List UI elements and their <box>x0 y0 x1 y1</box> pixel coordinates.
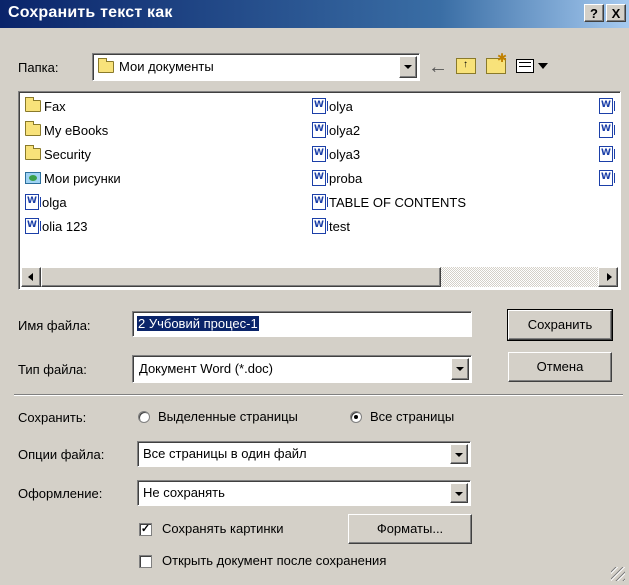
word-doc-icon: W <box>25 218 41 234</box>
word-doc-icon: W <box>312 194 328 210</box>
view-menu-icon[interactable] <box>516 59 534 73</box>
new-folder-icon[interactable]: ✱ <box>486 51 507 74</box>
list-item[interactable]: W TABLE OF CONTENTS <box>312 192 466 212</box>
save-pictures-checkbox[interactable]: ✓ <box>139 523 152 536</box>
open-after-label[interactable]: Открыть документ после сохранения <box>162 553 386 568</box>
word-doc-icon: W <box>312 146 328 162</box>
folder-icon <box>25 97 41 112</box>
list-item[interactable]: W olya <box>312 96 353 116</box>
word-doc-icon: W <box>312 218 328 234</box>
radio-selected-pages[interactable] <box>138 411 150 423</box>
scroll-thumb[interactable] <box>41 267 441 287</box>
file-options-value: Все страницы в один файл <box>143 446 307 461</box>
help-button[interactable]: ? <box>584 4 604 22</box>
filename-input[interactable]: 2 Учбовий процес-1 <box>132 311 472 337</box>
close-button[interactable]: X <box>606 4 626 22</box>
folder-value: Мои документы <box>119 59 214 74</box>
formatting-label: Оформление: <box>18 486 103 501</box>
cancel-button[interactable]: Отмена <box>508 352 612 382</box>
formats-button[interactable]: Форматы... <box>348 514 472 544</box>
list-item[interactable]: W test <box>312 216 350 236</box>
radio-all-pages[interactable] <box>350 411 362 423</box>
word-doc-icon: W <box>599 122 615 138</box>
pictures-folder-icon <box>25 172 41 184</box>
folder-label: Папка: <box>18 60 59 75</box>
chevron-down-icon[interactable] <box>450 483 468 503</box>
window-title: Сохранить текст как <box>8 4 173 21</box>
folder-icon <box>25 145 41 160</box>
list-item[interactable]: Мои рисунки <box>25 168 121 188</box>
file-options-select[interactable]: Все страницы в один файл <box>137 441 471 467</box>
list-item[interactable]: W olia 123 <box>25 216 88 236</box>
list-item[interactable]: W olya2 <box>312 120 360 140</box>
file-list[interactable]: Fax My eBooks Security Мои рисунки W olg… <box>18 91 621 290</box>
folder-icon <box>25 121 41 136</box>
view-dropdown-icon[interactable] <box>538 63 548 69</box>
radio-selected-pages-label[interactable]: Выделенные страницы <box>158 409 298 424</box>
filename-value: 2 Учбовий процес-1 <box>137 316 259 331</box>
scroll-left-button[interactable] <box>21 267 41 287</box>
word-doc-icon: W <box>599 98 615 114</box>
scroll-right-button[interactable] <box>598 267 618 287</box>
folder-icon <box>98 58 114 73</box>
word-doc-icon: W <box>25 194 41 210</box>
filename-label: Имя файла: <box>18 318 91 333</box>
radio-all-pages-label[interactable]: Все страницы <box>370 409 454 424</box>
formatting-select[interactable]: Не сохранять <box>137 480 471 506</box>
word-doc-icon: W <box>312 98 328 114</box>
list-item[interactable]: W olya3 <box>312 144 360 164</box>
word-doc-icon: W <box>599 170 615 186</box>
formatting-value: Не сохранять <box>143 485 225 500</box>
word-doc-icon: W <box>312 122 328 138</box>
horizontal-scrollbar[interactable] <box>21 267 618 287</box>
back-arrow-icon[interactable]: ← <box>428 56 448 79</box>
chevron-down-icon[interactable] <box>399 56 417 78</box>
divider <box>14 394 623 396</box>
folder-combo[interactable]: Мои документы <box>92 53 420 81</box>
word-doc-icon: W <box>599 146 615 162</box>
resize-grip-icon[interactable] <box>611 567 625 581</box>
list-item[interactable]: W olga <box>25 192 67 212</box>
word-doc-icon: W <box>312 170 328 186</box>
open-after-checkbox[interactable] <box>139 555 152 568</box>
up-folder-icon[interactable]: ↑ <box>456 58 476 74</box>
chevron-down-icon[interactable] <box>450 444 468 464</box>
filetype-select[interactable]: Документ Word (*.doc) <box>132 355 472 383</box>
list-item[interactable]: Fax <box>25 96 66 116</box>
filetype-value: Документ Word (*.doc) <box>139 361 274 376</box>
list-item[interactable]: Security <box>25 144 91 164</box>
chevron-down-icon[interactable] <box>451 358 469 380</box>
save-mode-label: Сохранить: <box>18 410 87 425</box>
save-button[interactable]: Сохранить <box>507 309 613 341</box>
save-pictures-label[interactable]: Сохранять картинки <box>162 521 283 536</box>
file-options-label: Опции файла: <box>18 447 105 462</box>
filetype-label: Тип файла: <box>18 362 87 377</box>
list-item[interactable]: W proba <box>312 168 362 188</box>
list-item[interactable]: My eBooks <box>25 120 108 140</box>
